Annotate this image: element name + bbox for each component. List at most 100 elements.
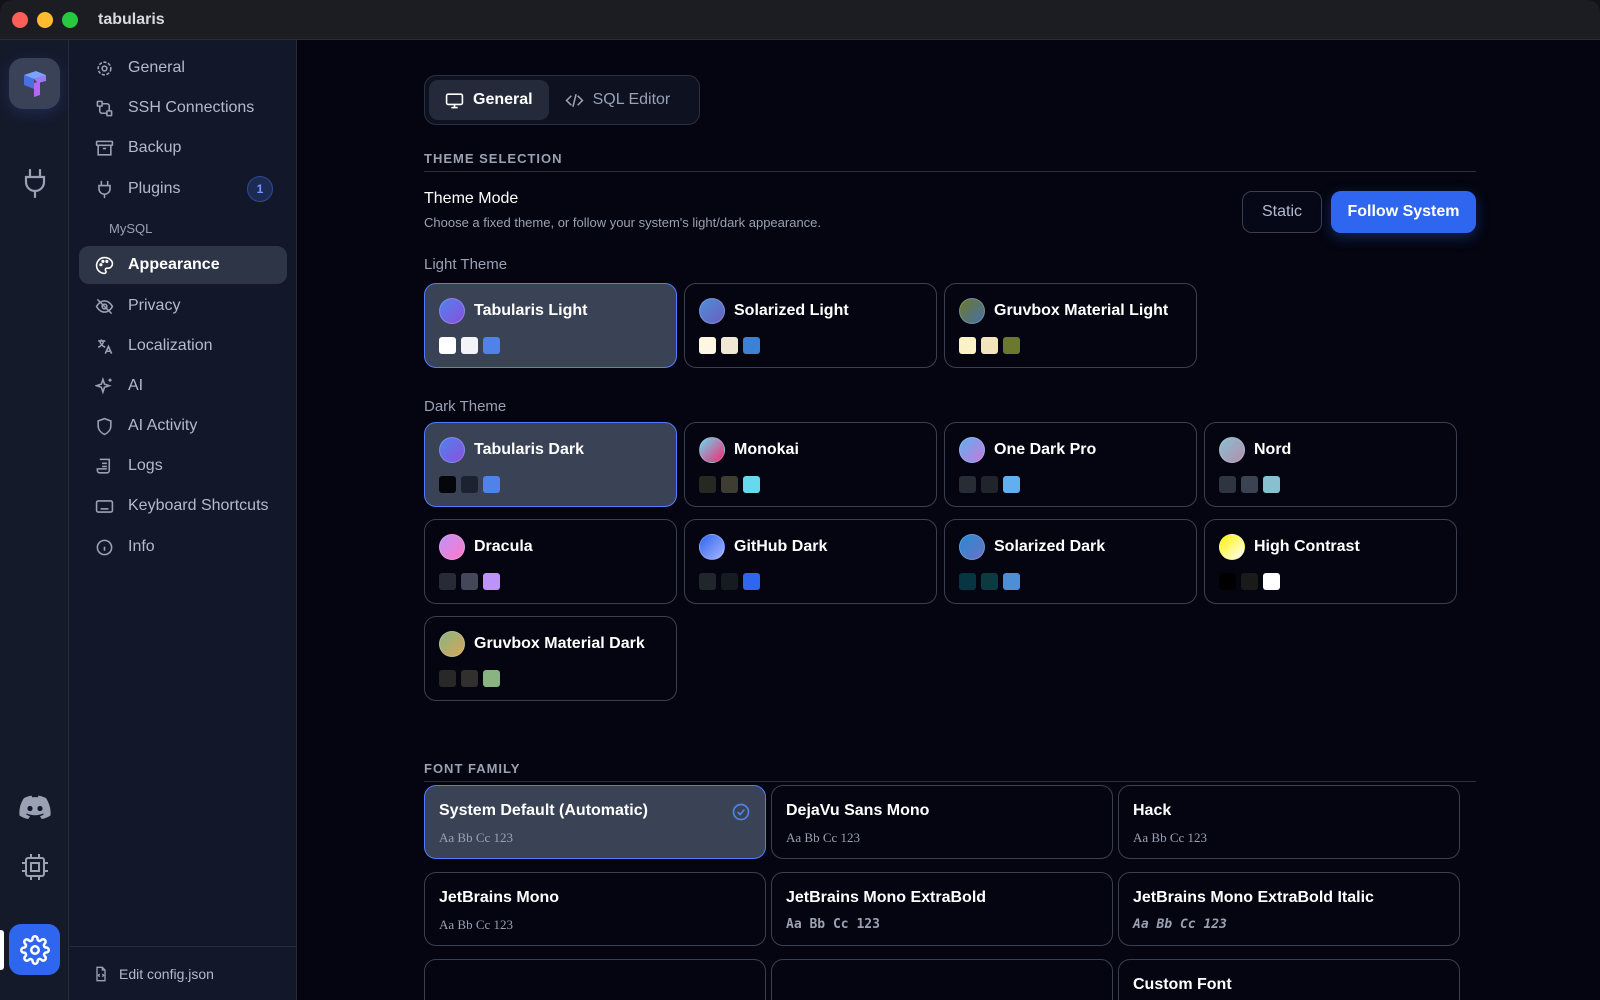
plug-icon <box>93 178 115 200</box>
sidebar-item-general[interactable]: General <box>79 49 287 87</box>
theme-card[interactable]: Monokai <box>684 422 937 507</box>
follow-system-button[interactable]: Follow System <box>1331 191 1476 233</box>
scroll-icon <box>93 455 115 477</box>
color-swatch <box>699 337 716 354</box>
theme-card[interactable]: Gruvbox Material Light <box>944 283 1197 368</box>
app-rail <box>0 40 69 1000</box>
sidebar-item-label: Appearance <box>128 256 220 273</box>
theme-card[interactable]: Tabularis Light <box>424 283 677 368</box>
sidebar-item-ai[interactable]: AI <box>79 367 287 405</box>
font-name: Custom Font <box>1133 976 1232 993</box>
sidebar-item-label: Logs <box>128 457 163 474</box>
theme-swatches <box>959 337 1020 354</box>
theme-card[interactable]: One Dark Pro <box>944 422 1197 507</box>
font-name: Hack <box>1133 802 1172 819</box>
sidebar-item-appearance[interactable]: Appearance <box>79 246 287 284</box>
tab-sql-editor[interactable]: SQL Editor <box>549 80 687 120</box>
translate-icon <box>93 335 115 357</box>
font-name: JetBrains Mono ExtraBold <box>786 889 987 906</box>
font-sample: Aa Bb Cc 123 <box>1133 830 1208 845</box>
sidebar-item-backup[interactable]: Backup <box>79 129 287 167</box>
settings-icon[interactable] <box>9 924 60 975</box>
theme-name: Gruvbox Material Dark <box>474 635 645 652</box>
sidebar-item-label: Privacy <box>128 297 181 314</box>
theme-swatches <box>1219 573 1280 590</box>
theme-preview-dot <box>439 534 465 560</box>
theme-swatches <box>439 573 500 590</box>
font-option-card[interactable]: Custom Font <box>1118 959 1460 1000</box>
tab-label: General <box>473 91 533 108</box>
theme-preview-dot <box>439 298 465 324</box>
maximize-window-button[interactable] <box>62 11 78 28</box>
color-swatch <box>461 670 478 687</box>
theme-card[interactable]: GitHub Dark <box>684 519 937 604</box>
sidebar-item-plugins[interactable]: Plugins 1 <box>79 170 287 208</box>
theme-section-title: THEME SELECTION <box>424 151 1476 172</box>
color-swatch <box>461 573 478 590</box>
color-swatch <box>981 573 998 590</box>
theme-card[interactable]: Nord <box>1204 422 1457 507</box>
minimize-window-button[interactable] <box>37 11 53 28</box>
code-icon <box>565 91 584 110</box>
edit-config-link[interactable]: Edit config.json <box>69 946 297 1000</box>
font-sample: Aa Bb Cc 123 <box>439 830 514 845</box>
active-indicator <box>0 930 4 970</box>
theme-preview-dot <box>1219 534 1245 560</box>
theme-card[interactable]: Gruvbox Material Dark <box>424 616 677 701</box>
sidebar-item-label: General <box>128 59 185 76</box>
theme-name: Tabularis Light <box>474 302 588 319</box>
theme-preview-dot <box>1219 437 1245 463</box>
shield-icon <box>93 415 115 437</box>
settings-tabs: General SQL Editor <box>424 75 700 125</box>
logo-icon[interactable] <box>9 58 60 109</box>
info-icon <box>93 536 115 558</box>
theme-name: Nord <box>1254 441 1292 458</box>
theme-preview-dot <box>699 298 725 324</box>
theme-card[interactable]: Tabularis Dark <box>424 422 677 507</box>
color-swatch <box>721 573 738 590</box>
color-swatch <box>959 573 976 590</box>
theme-name: GitHub Dark <box>734 538 828 555</box>
sidebar-item-label: AI <box>128 377 144 394</box>
sidebar-item-keyboard-shortcuts[interactable]: Keyboard Shortcuts <box>79 487 287 525</box>
color-swatch <box>1263 476 1280 493</box>
sparkles-icon <box>93 375 115 397</box>
font-option-card[interactable]: JetBrains Mono ExtraBold Italic Aa Bb Cc … <box>1118 872 1460 946</box>
edit-config-label: Edit config.json <box>119 965 214 982</box>
sidebar-item-localization[interactable]: Localization <box>79 327 287 365</box>
font-option-card[interactable] <box>424 959 766 1000</box>
sidebar-item-info[interactable]: Info <box>79 528 287 566</box>
cpu-icon[interactable] <box>18 850 52 884</box>
color-swatch <box>483 670 500 687</box>
theme-preview-dot <box>959 534 985 560</box>
font-option-card[interactable]: DejaVu Sans Mono Aa Bb Cc 123 <box>771 785 1113 859</box>
font-option-card[interactable]: System Default (Automatic) Aa Bb Cc 123 <box>424 785 766 859</box>
sidebar-item-privacy[interactable]: Privacy <box>79 287 287 325</box>
theme-card[interactable]: Solarized Dark <box>944 519 1197 604</box>
theme-card[interactable]: Dracula <box>424 519 677 604</box>
plug-icon[interactable] <box>18 166 52 200</box>
sidebar-item-label: Info <box>128 538 155 555</box>
sidebar-sub-item-mysql[interactable]: MySQL <box>109 221 152 236</box>
static-mode-button[interactable]: Static <box>1242 191 1322 233</box>
color-swatch <box>721 476 738 493</box>
font-option-card[interactable]: Hack Aa Bb Cc 123 <box>1118 785 1460 859</box>
theme-swatches <box>699 573 760 590</box>
theme-card[interactable]: High Contrast <box>1204 519 1457 604</box>
sidebar-item-logs[interactable]: Logs <box>79 447 287 485</box>
theme-name: Solarized Dark <box>994 538 1106 555</box>
sidebar-item-ssh-connections[interactable]: SSH Connections <box>79 89 287 127</box>
font-option-card[interactable]: JetBrains Mono Aa Bb Cc 123 <box>424 872 766 946</box>
discord-icon[interactable] <box>18 790 52 824</box>
theme-preview-dot <box>959 437 985 463</box>
font-option-card[interactable] <box>771 959 1113 1000</box>
color-swatch <box>1003 573 1020 590</box>
font-option-card[interactable]: JetBrains Mono ExtraBold Aa Bb Cc 123 <box>771 872 1113 946</box>
sidebar-item-ai-activity[interactable]: AI Activity <box>79 407 287 445</box>
font-name: JetBrains Mono ExtraBold Italic <box>1133 889 1374 906</box>
close-window-button[interactable] <box>12 11 28 28</box>
check-circle-icon <box>731 802 751 822</box>
theme-card[interactable]: Solarized Light <box>684 283 937 368</box>
color-swatch <box>981 476 998 493</box>
tab-general[interactable]: General <box>429 80 549 120</box>
